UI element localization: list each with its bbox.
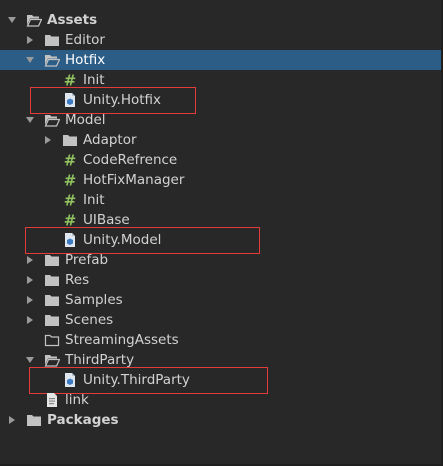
svg-text:#: # [64,212,77,228]
tree-item-prefab[interactable]: Prefab [0,250,441,270]
tree-item-unity-model[interactable]: Unity.Model [0,230,441,250]
open-folder-icon [26,12,42,28]
svg-text:#: # [64,172,77,188]
csharp-script-icon: # [62,212,78,228]
tree-item-uibase[interactable]: # UIBase [0,210,441,230]
csharp-script-icon: # [62,72,78,88]
tree-item-streamingassets[interactable]: StreamingAssets [0,330,441,350]
expand-arrow-icon[interactable] [22,250,38,270]
csharp-script-icon: # [62,172,78,188]
folder-icon [26,412,42,428]
tree-item-init[interactable]: # Init [0,70,441,90]
tree-item-label: Samples [65,292,123,308]
tree-item-label: Unity.Hotfix [83,92,162,108]
csharp-script-icon: # [62,152,78,168]
tree-item-unity-thirdparty[interactable]: Unity.ThirdParty [0,370,441,390]
folder-icon [44,272,60,288]
tree-item-link[interactable]: link [0,390,441,410]
tree-item-hotfixmanager[interactable]: # HotFixManager [0,170,441,190]
open-folder-icon [44,112,60,128]
open-folder-icon [44,352,60,368]
tree-item-label: Model [65,112,106,128]
expand-arrow-icon[interactable] [22,310,38,330]
svg-text:#: # [64,152,77,168]
tree-item-init[interactable]: # Init [0,190,441,210]
tree-item-unity-hotfix[interactable]: Unity.Hotfix [0,90,441,110]
tree-item-label: Unity.Model [83,232,162,248]
folder-icon [44,292,60,308]
tree-item-label: Assets [47,12,98,28]
tree-item-label: Hotfix [65,52,106,68]
open-folder-icon [44,52,60,68]
tree-item-label: Adaptor [83,132,137,148]
text-file-icon [44,392,60,408]
tree-item-hotfix[interactable]: Hotfix [0,50,441,70]
assembly-definition-icon [62,92,78,108]
svg-text:#: # [64,72,77,88]
tree-item-label: Init [83,72,105,88]
tree-item-label: Res [65,272,90,288]
collapse-arrow-icon[interactable] [22,110,38,130]
tree-item-label: CodeRefrence [83,152,178,168]
empty-folder-icon [44,332,60,348]
tree-item-samples[interactable]: Samples [0,290,441,310]
expand-arrow-icon[interactable] [22,270,38,290]
folder-icon [44,252,60,268]
tree-item-packages[interactable]: Packages [0,410,441,430]
collapse-arrow-icon[interactable] [22,350,38,370]
tree-item-adaptor[interactable]: Adaptor [0,130,441,150]
tree-item-scenes[interactable]: Scenes [0,310,441,330]
folder-icon [62,132,78,148]
tree-item-label: Scenes [65,312,114,328]
tree-item-label: Init [83,192,105,208]
tree-item-coderefrence[interactable]: # CodeRefrence [0,150,441,170]
expand-arrow-icon[interactable] [40,130,56,150]
folder-icon [44,312,60,328]
tree-item-label: StreamingAssets [65,332,179,348]
tree-item-label: Packages [47,412,119,428]
tree-item-assets[interactable]: Assets [0,10,441,30]
assembly-definition-icon [62,372,78,388]
tree-item-label: UIBase [83,212,130,228]
collapse-arrow-icon[interactable] [22,50,38,70]
expand-arrow-icon[interactable] [4,410,20,430]
tree-item-label: Editor [65,32,105,48]
assembly-definition-icon [62,232,78,248]
tree-item-label: Prefab [65,252,109,268]
project-panel: Assets Editor Hotfix # Init Unity.Hotfix Model… [0,0,443,466]
svg-text:#: # [64,192,77,208]
tree-item-label: Unity.ThirdParty [83,372,190,388]
tree-item-label: ThirdParty [65,352,135,368]
csharp-script-icon: # [62,192,78,208]
tree-item-editor[interactable]: Editor [0,30,441,50]
tree-item-label: link [65,392,89,408]
folder-icon [44,32,60,48]
collapse-arrow-icon[interactable] [4,10,20,30]
tree-item-res[interactable]: Res [0,270,441,290]
tree-item-label: HotFixManager [83,172,185,188]
expand-arrow-icon[interactable] [22,30,38,50]
expand-arrow-icon[interactable] [22,290,38,310]
tree-item-thirdparty[interactable]: ThirdParty [0,350,441,370]
tree-item-model[interactable]: Model [0,110,441,130]
